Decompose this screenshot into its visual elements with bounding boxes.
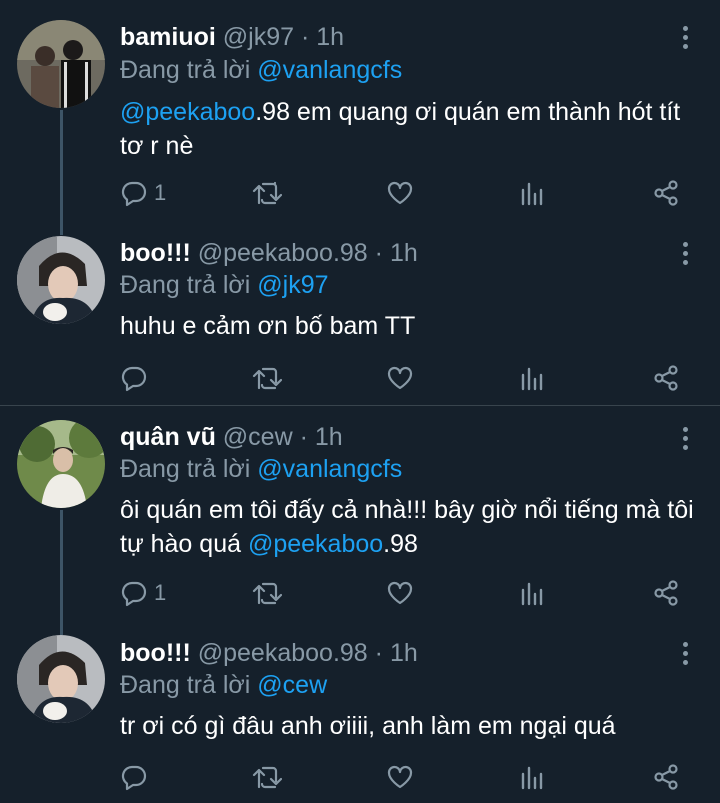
- analytics-icon: [521, 367, 543, 391]
- reply-button[interactable]: 1: [120, 178, 166, 208]
- reply-button[interactable]: 1: [120, 578, 166, 608]
- tweet-actions: 1: [120, 178, 700, 208]
- analytics-icon: [521, 766, 543, 790]
- share-button[interactable]: [652, 578, 680, 608]
- heart-icon: [387, 366, 413, 390]
- more-options-icon[interactable]: [678, 427, 692, 453]
- more-options-icon[interactable]: [678, 642, 692, 668]
- username[interactable]: @peekaboo.98: [198, 639, 368, 667]
- tweet-actions: [120, 762, 700, 792]
- share-button[interactable]: [652, 363, 680, 393]
- heart-icon: [387, 765, 413, 789]
- share-icon: [654, 580, 678, 606]
- display-name[interactable]: quân vũ: [120, 423, 216, 451]
- share-button[interactable]: [652, 762, 680, 792]
- share-icon: [654, 180, 678, 206]
- reply-icon: [121, 366, 147, 392]
- reply-icon: [121, 765, 147, 791]
- analytics-icon: [521, 582, 543, 606]
- replying-to: Đang trả lời @jk97: [120, 270, 329, 300]
- tweet-header: boo!!! @peekaboo.98 · 1h: [120, 638, 418, 668]
- reply-count: 1: [154, 180, 167, 205]
- more-options-icon[interactable]: [678, 26, 692, 52]
- reply-count: 1: [154, 580, 167, 605]
- display-name[interactable]: boo!!!: [120, 239, 191, 267]
- tweet-actions: 1: [120, 578, 700, 608]
- tweet-actions: [120, 363, 700, 393]
- username[interactable]: @peekaboo.98: [198, 239, 368, 267]
- timestamp[interactable]: · 1h: [375, 239, 418, 267]
- reply-icon: [121, 581, 147, 607]
- avatar[interactable]: [17, 236, 105, 324]
- replying-to-mention[interactable]: @jk97: [257, 271, 328, 299]
- more-options-icon[interactable]: [678, 242, 692, 268]
- display-name[interactable]: bamiuoi: [120, 23, 216, 51]
- avatar[interactable]: [17, 20, 105, 108]
- share-button[interactable]: [652, 178, 680, 208]
- tweet[interactable]: quân vũ @cew · 1h Đang trả lời @vanlangc…: [0, 406, 720, 620]
- reply-button[interactable]: [120, 762, 154, 792]
- heart-icon: [387, 181, 413, 205]
- like-button[interactable]: [386, 178, 414, 208]
- retweet-button[interactable]: [252, 762, 282, 792]
- like-button[interactable]: [386, 363, 414, 393]
- timestamp[interactable]: · 1h: [301, 23, 344, 51]
- tweet-text: ôi quán em tôi đấy cả nhà!!! bây giờ nổi…: [120, 493, 700, 561]
- analytics-button[interactable]: [520, 363, 546, 393]
- replying-to-mention[interactable]: @vanlangcfs: [257, 455, 402, 483]
- tweet[interactable]: boo!!! @peekaboo.98 · 1h Đang trả lời @c…: [0, 620, 720, 803]
- replying-to-label: Đang trả lời: [120, 455, 251, 483]
- like-button[interactable]: [386, 578, 414, 608]
- retweet-button[interactable]: [252, 178, 282, 208]
- mention-link[interactable]: @peekaboo: [120, 98, 255, 126]
- analytics-button[interactable]: [520, 578, 546, 608]
- avatar[interactable]: [17, 635, 105, 723]
- retweet-icon: [252, 766, 282, 789]
- analytics-button[interactable]: [520, 762, 546, 792]
- tweet-text: @peekaboo.98 em quang ơi quán em thành h…: [120, 95, 700, 163]
- reply-icon: [121, 181, 147, 207]
- retweet-button[interactable]: [252, 578, 282, 608]
- avatar[interactable]: [17, 420, 105, 508]
- analytics-button[interactable]: [520, 178, 546, 208]
- replying-to-mention[interactable]: @cew: [257, 671, 327, 699]
- tweet[interactable]: boo!!! @peekaboo.98 · 1h Đang trả lời @j…: [0, 220, 720, 405]
- username[interactable]: @cew: [223, 423, 293, 451]
- retweet-icon: [252, 367, 282, 390]
- tweet[interactable]: bamiuoi @jk97 · 1h Đang trả lời @vanlang…: [0, 0, 720, 220]
- replying-to: Đang trả lời @vanlangcfs: [120, 454, 402, 484]
- tweet-text-suffix: .98: [383, 530, 418, 558]
- tweet-text: huhu e cảm ơn bố bam TT: [120, 312, 416, 340]
- share-icon: [654, 365, 678, 391]
- mention-link[interactable]: @peekaboo: [248, 530, 383, 558]
- tweet-header: boo!!! @peekaboo.98 · 1h: [120, 238, 418, 268]
- username[interactable]: @jk97: [223, 23, 294, 51]
- retweet-icon: [252, 181, 282, 205]
- reply-button[interactable]: [120, 363, 154, 393]
- replying-to: Đang trả lời @cew: [120, 670, 327, 700]
- timestamp[interactable]: · 1h: [375, 639, 418, 667]
- timestamp[interactable]: · 1h: [300, 423, 343, 451]
- replying-to-label: Đang trả lời: [120, 56, 251, 84]
- share-icon: [654, 764, 678, 790]
- tweet-text: tr ơi có gì đâu anh ơiiii, anh làm em ng…: [120, 712, 616, 740]
- like-button[interactable]: [386, 762, 414, 792]
- replying-to-mention[interactable]: @vanlangcfs: [257, 56, 402, 84]
- replying-to-label: Đang trả lời: [120, 671, 251, 699]
- retweet-icon: [252, 582, 282, 605]
- tweet-header: bamiuoi @jk97 · 1h: [120, 22, 344, 52]
- display-name[interactable]: boo!!!: [120, 639, 191, 667]
- replying-to-label: Đang trả lời: [120, 271, 251, 299]
- heart-icon: [387, 581, 413, 605]
- replying-to: Đang trả lời @vanlangcfs: [120, 55, 402, 85]
- tweet-header: quân vũ @cew · 1h: [120, 422, 343, 452]
- analytics-icon: [521, 182, 543, 206]
- retweet-button[interactable]: [252, 363, 282, 393]
